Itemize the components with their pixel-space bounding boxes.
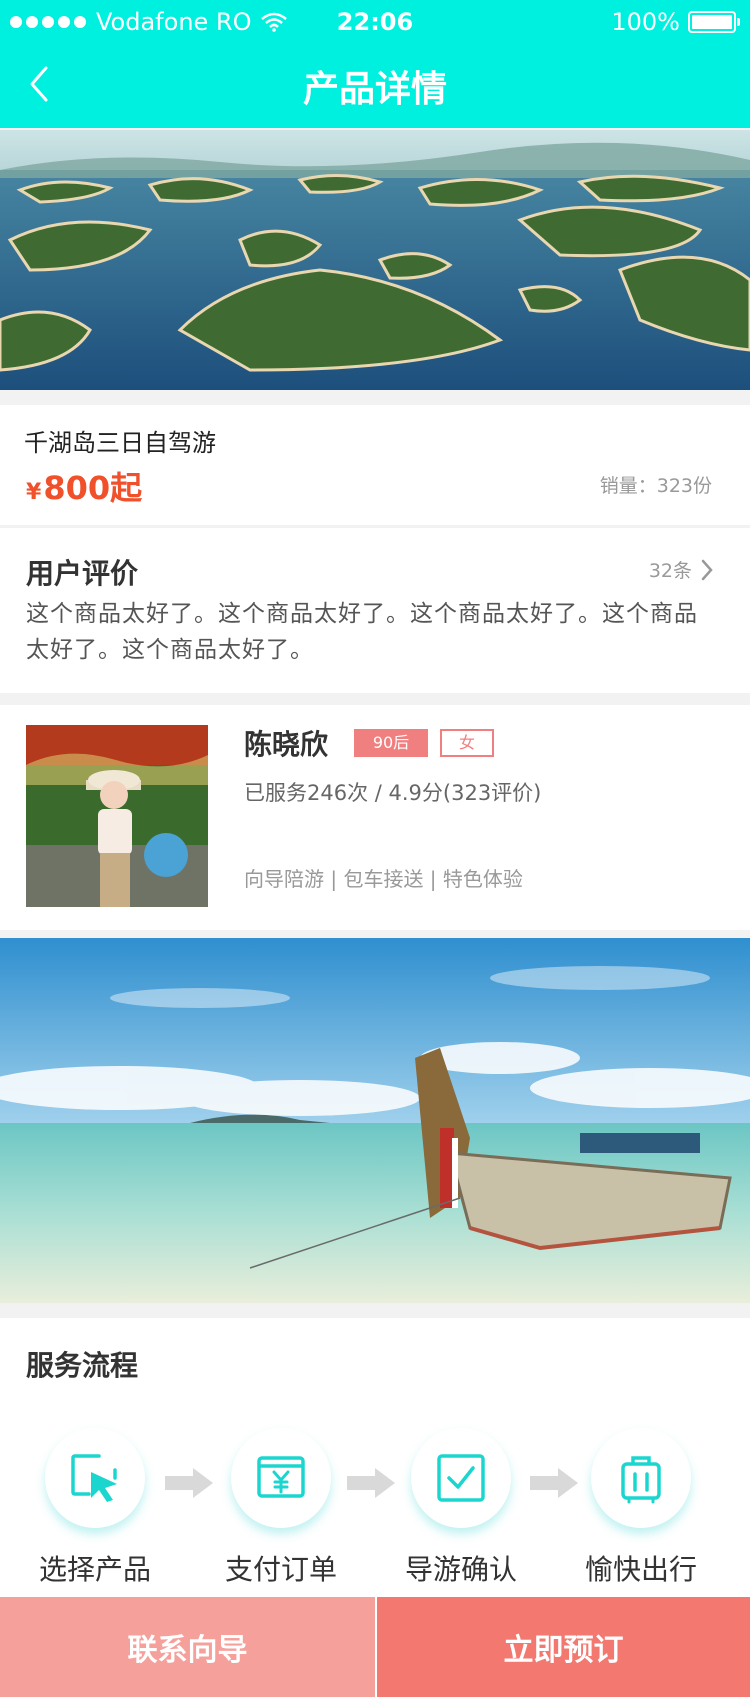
- step-select-product: 选择产品: [30, 1428, 160, 1588]
- step-happy-trip: 愉快出行: [576, 1428, 706, 1588]
- product-card: 千湖岛三日自驾游 ¥800起 销量：323份: [0, 405, 750, 525]
- step-circle: [45, 1428, 145, 1528]
- guide-photo-image: [26, 725, 208, 907]
- review-count-link[interactable]: 32条: [649, 556, 714, 583]
- contact-guide-button[interactable]: 联系向导: [0, 1597, 375, 1697]
- product-price: ¥800起: [26, 463, 142, 509]
- hero-image: [0, 130, 750, 390]
- step-circle: [231, 1428, 331, 1528]
- guide-name: 陈晓欣: [244, 728, 329, 761]
- luggage-icon: [621, 1456, 661, 1504]
- step-circle: [411, 1428, 511, 1528]
- sales-count: 销量：323份: [599, 475, 712, 497]
- price-symbol: ¥: [26, 480, 42, 505]
- arrow-right-icon: [165, 1468, 213, 1498]
- status-right: 100%: [611, 8, 740, 36]
- check-icon: [437, 1454, 485, 1502]
- review-title: 用户评价: [26, 557, 139, 590]
- age-tag: 90后: [354, 729, 428, 757]
- price-value: 800起: [43, 469, 143, 507]
- guide-stats: 已服务246次 / 4.9分(323评价): [244, 781, 542, 805]
- beach-boat-image: [0, 938, 750, 1303]
- status-bar: Vodafone RO 22:06 100%: [0, 0, 750, 40]
- page-title: 产品详情: [302, 69, 447, 110]
- payment-icon: [257, 1456, 305, 1498]
- gender-tag: 女: [440, 729, 494, 757]
- review-card[interactable]: 用户评价 32条 这个商品太好了。这个商品太好了。这个商品太好了。这个商品太好了…: [0, 528, 750, 693]
- lake-islands-image: [0, 130, 750, 390]
- cursor-icon: [71, 1454, 117, 1502]
- process-title: 服务流程: [26, 1349, 139, 1382]
- step-guide-confirm: 导游确认: [396, 1428, 526, 1588]
- beach-image: [0, 938, 750, 1303]
- header: Vodafone RO 22:06 100% 产品详情: [0, 0, 750, 128]
- battery-icon: [688, 11, 740, 33]
- step-pay-order: 支付订单: [216, 1428, 346, 1588]
- arrow-right-icon: [347, 1468, 395, 1498]
- battery-label: 100%: [611, 8, 680, 36]
- step-label: 选择产品: [38, 1553, 151, 1586]
- arrow-right-icon: [530, 1468, 578, 1498]
- chevron-right-icon: [701, 559, 713, 580]
- bottom-action-bar: 联系向导 立即预订: [0, 1597, 750, 1697]
- guide-card[interactable]: 陈晓欣 90后 女 已服务246次 / 4.9分(323评价) 向导陪游 | 包…: [0, 705, 750, 930]
- review-text: 这个商品太好了。这个商品太好了。这个商品太好了。这个商品太好了。这个商品太好了。: [26, 601, 698, 663]
- guide-services: 向导陪游 | 包车接送 | 特色体验: [244, 867, 523, 891]
- book-now-button[interactable]: 立即预订: [375, 1597, 750, 1697]
- step-label: 愉快出行: [584, 1553, 697, 1586]
- product-name: 千湖岛三日自驾游: [24, 429, 216, 457]
- step-label: 支付订单: [224, 1553, 337, 1586]
- step-circle: [591, 1428, 691, 1528]
- guide-avatar[interactable]: [26, 725, 208, 907]
- review-count: 32条: [648, 560, 692, 582]
- process-card: 服务流程 选择产品 支付订单 导游确认 愉快出行: [0, 1318, 750, 1598]
- step-label: 导游确认: [404, 1553, 517, 1586]
